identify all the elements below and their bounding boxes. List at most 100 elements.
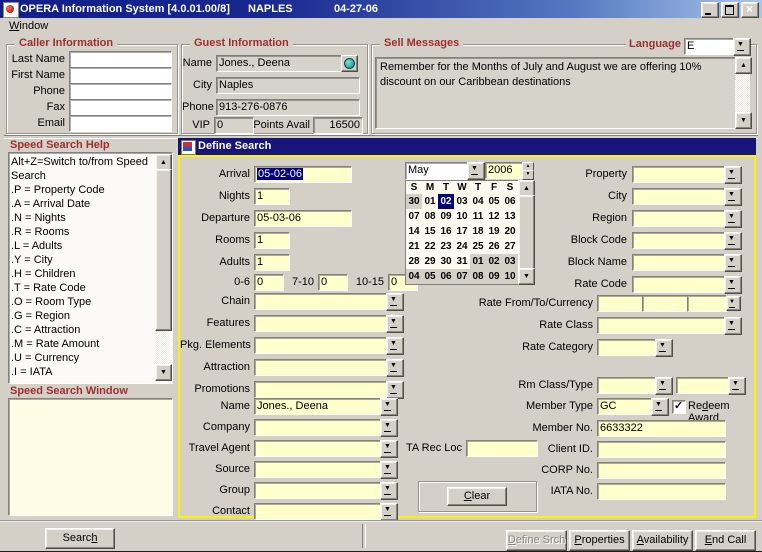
help-list-item[interactable]: .U = Currency (11, 351, 153, 365)
text-field[interactable] (254, 503, 382, 520)
close-button[interactable] (741, 2, 759, 18)
help-list-item[interactable]: .M = Rate Amount (11, 337, 153, 351)
language-dropdown-button[interactable] (733, 38, 751, 56)
guest-phone-field[interactable]: 913-276-0876 (216, 99, 360, 116)
caller-text-field[interactable] (69, 115, 172, 132)
guest-name-field[interactable]: Jones., Deena (216, 55, 344, 72)
rm-type-field[interactable] (676, 377, 730, 394)
availability-button[interactable]: Availability (632, 530, 693, 551)
lov-button[interactable] (380, 503, 398, 521)
minimize-button[interactable] (701, 2, 719, 18)
text-field[interactable]: 6633322 (597, 420, 726, 437)
define-search-panel: Define Search Arrival 05-02-06 Nights 1 … (178, 138, 756, 518)
help-list-item[interactable]: .I = IATA (11, 365, 153, 379)
guest-city-field[interactable]: Naples (216, 77, 360, 94)
help-list-item[interactable]: .T = Rate Code (11, 281, 153, 295)
currency-field[interactable] (687, 295, 727, 312)
globe-button[interactable] (341, 55, 358, 72)
help-list-item[interactable]: .N = Nights (11, 211, 153, 225)
help-list-scrollbar[interactable] (155, 154, 170, 381)
member-type-lov-button[interactable] (651, 398, 669, 416)
speed-search-textarea[interactable] (8, 398, 173, 516)
vip-field[interactable]: 0 (214, 117, 254, 134)
caller-text-field[interactable] (69, 51, 172, 68)
lov-button[interactable] (386, 293, 404, 311)
lov-button[interactable] (386, 359, 404, 377)
text-field[interactable] (632, 166, 726, 183)
help-list-item[interactable]: .H = Children (11, 267, 153, 281)
points-avail-field[interactable]: 16500 (313, 117, 363, 134)
help-list-item[interactable]: .G = Region (11, 309, 153, 323)
sell-messages-scrollbar[interactable] (735, 57, 750, 129)
lov-button[interactable] (724, 276, 742, 294)
lov-button[interactable] (386, 337, 404, 355)
lov-button[interactable] (724, 232, 742, 250)
text-field[interactable] (632, 276, 726, 293)
text-field[interactable] (254, 359, 388, 376)
lov-button[interactable] (386, 381, 404, 399)
help-list-item[interactable]: Alt+Z=Switch to/from Speed Search (11, 155, 153, 183)
properties-button[interactable]: Properties (569, 530, 630, 551)
text-field[interactable] (597, 441, 726, 458)
caller-text-field[interactable] (69, 99, 172, 116)
scroll-down-icon[interactable] (155, 364, 172, 381)
caller-field-label: First Name (7, 67, 65, 83)
rate-class-lov-button[interactable] (724, 317, 742, 335)
end-call-button[interactable]: End Call (695, 530, 756, 551)
text-field[interactable] (254, 315, 388, 332)
language-select[interactable]: E (684, 38, 734, 55)
text-field[interactable] (254, 337, 388, 354)
member-type-field[interactable]: GC (597, 398, 653, 415)
define-srch-button[interactable]: Define Srch (506, 530, 567, 551)
lov-button[interactable] (724, 210, 742, 228)
text-field[interactable] (597, 462, 726, 479)
help-list-item[interactable]: .A = Arrival Date (11, 197, 153, 211)
lov-button[interactable] (380, 398, 398, 416)
redeem-award-checkbox[interactable] (672, 400, 686, 414)
field-label: City (180, 188, 627, 204)
lov-button[interactable] (386, 315, 404, 333)
help-list-item[interactable]: .R = Rooms (11, 225, 153, 239)
help-list-item[interactable]: .P = Property Code (11, 183, 153, 197)
clear-button[interactable]: Clear (447, 487, 507, 506)
globe-icon (344, 58, 355, 69)
field-label: Features (180, 315, 250, 331)
text-field[interactable] (632, 232, 726, 249)
text-field[interactable]: Jones., Deena (254, 398, 382, 415)
rate-to-field[interactable] (642, 295, 690, 312)
help-list-item[interactable]: .O = Room Type (11, 295, 153, 309)
text-field[interactable] (254, 293, 388, 310)
text-field[interactable] (632, 254, 726, 271)
maximize-button[interactable] (721, 2, 739, 18)
help-list-item[interactable]: .Y = City (11, 253, 153, 267)
scroll-up-icon[interactable] (735, 57, 752, 74)
rate-class-field[interactable] (597, 317, 726, 334)
help-list-item[interactable]: .L = Adults (11, 239, 153, 253)
lov-button[interactable] (724, 188, 742, 206)
rate-category-field[interactable] (597, 339, 657, 356)
speed-search-window-title: Speed Search Window (10, 385, 128, 397)
caller-text-field[interactable] (69, 67, 172, 84)
lov-button[interactable] (724, 166, 742, 184)
scrollbar-thumb[interactable] (155, 169, 172, 331)
guest-city-label: City (182, 77, 212, 93)
text-field[interactable] (254, 381, 388, 398)
rm-class-field[interactable] (597, 377, 657, 394)
caller-text-field[interactable] (69, 83, 172, 100)
scroll-down-icon[interactable] (735, 112, 752, 129)
rate-from-field[interactable] (597, 295, 645, 312)
lov-button[interactable] (724, 254, 742, 272)
rm-type-lov-button[interactable] (728, 377, 746, 395)
text-field[interactable] (597, 483, 726, 500)
rate-category-lov-button[interactable] (655, 339, 673, 357)
guest-name-label: Name (182, 55, 212, 71)
currency-lov-button[interactable] (726, 296, 741, 311)
text-field[interactable] (632, 188, 726, 205)
caller-field-label: Email (7, 115, 65, 131)
text-field[interactable] (632, 210, 726, 227)
define-search-titlebar: Define Search (178, 138, 756, 155)
search-button[interactable]: Search (45, 528, 115, 549)
rm-class-lov-button[interactable] (655, 377, 673, 395)
menu-window[interactable]: Window (4, 19, 53, 33)
help-list-item[interactable]: .C = Attraction (11, 323, 153, 337)
